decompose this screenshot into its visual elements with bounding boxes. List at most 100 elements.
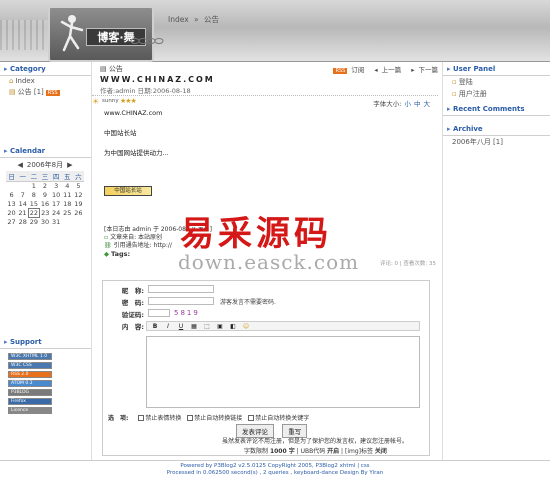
calendar-day[interactable]: 2 <box>39 182 50 191</box>
calendar-day[interactable]: 3 <box>51 182 62 191</box>
calendar-day[interactable]: 31 <box>51 218 62 227</box>
option-checkbox[interactable] <box>187 415 194 421</box>
dancer-figure-icon <box>60 15 84 52</box>
calendar-day[interactable]: 23 <box>39 209 50 218</box>
support-badge[interactable]: Licence <box>8 406 52 414</box>
font-size-control: 字体大小: 小中大 <box>373 98 430 108</box>
comment-textarea[interactable] <box>146 336 420 408</box>
italic-icon[interactable]: I <box>163 323 173 331</box>
support-badge[interactable]: RSS 2.0 <box>8 370 52 378</box>
calendar-day[interactable]: 7 <box>17 191 28 200</box>
sun-icon: ☀ <box>92 97 100 106</box>
calendar-day[interactable]: 20 <box>6 209 17 218</box>
chain-decoration-icon <box>130 38 164 44</box>
calendar-day[interactable]: 30 <box>39 218 50 227</box>
captcha-input[interactable] <box>148 309 170 317</box>
calendar-day[interactable]: 25 <box>62 209 73 218</box>
next-post-link[interactable]: ▸ 下一篇 <box>407 66 438 74</box>
rss-badge[interactable]: RSS <box>333 68 348 74</box>
calendar-day[interactable]: 9 <box>39 191 50 200</box>
calendar-header: ◀ 2006年8月 ▶ <box>6 160 84 170</box>
calendar-day[interactable]: 12 <box>73 191 84 200</box>
calendar-day[interactable]: 10 <box>51 191 62 200</box>
content-label: 内 容: <box>121 323 144 331</box>
archive-item[interactable]: 2006年八月 [1] <box>443 136 550 148</box>
chinaz-banner-image[interactable]: 中国站长站 <box>104 186 152 196</box>
calendar-next-button[interactable]: ▶ <box>67 161 72 169</box>
support-badge[interactable]: P3BLOG <box>8 388 52 396</box>
option-checkbox[interactable] <box>138 415 145 421</box>
rating-stars: ★★★ <box>120 97 137 105</box>
prev-post-label: 上一篇 <box>381 66 402 74</box>
support-badge[interactable]: W3C XHTML 1.0 <box>8 352 52 360</box>
calendar-day[interactable]: 17 <box>51 200 62 209</box>
trackback-text[interactable]: 引用通告地址: http:// <box>114 242 172 249</box>
calendar-day[interactable]: 21 <box>17 209 28 218</box>
calendar-week: 12345 <box>6 182 84 191</box>
subscribe-link[interactable]: 订阅 <box>351 66 364 74</box>
category-item-index[interactable]: ⌂ Index <box>0 76 91 86</box>
calendar-day[interactable]: 11 <box>62 191 73 200</box>
captcha-label: 验证码: <box>121 311 144 319</box>
site-logo[interactable]: 博客·舞 <box>48 6 154 62</box>
calendar-day[interactable]: 26 <box>73 209 84 218</box>
underline-icon[interactable]: U <box>176 323 186 331</box>
calendar-day[interactable]: 5 <box>73 182 84 191</box>
breadcrumb-index[interactable]: Index <box>168 15 189 24</box>
calendar-day[interactable]: 8 <box>28 191 39 200</box>
password-hint: 游客发言不需要密码. <box>220 299 276 306</box>
calendar-day[interactable]: 19 <box>73 200 84 209</box>
support-badge[interactable]: ATOM 0.3 <box>8 379 52 387</box>
calendar-day[interactable]: 4 <box>62 182 73 191</box>
login-link[interactable]: ▫ 登陆 <box>443 76 550 88</box>
calendar-day[interactable]: 22 <box>27 208 40 218</box>
calendar-week: 20 21 22 23 24 25 26 <box>6 208 84 218</box>
calendar-day[interactable]: 14 <box>17 200 28 209</box>
font-size-large[interactable]: 大 <box>424 100 431 108</box>
support-badge[interactable]: Firefox <box>8 397 52 405</box>
font-size-medium[interactable]: 中 <box>414 100 421 108</box>
support-badge[interactable]: W3C CSS <box>8 361 52 369</box>
calendar-day[interactable]: 13 <box>6 200 17 209</box>
prev-post-link[interactable]: ◂ 上一篇 <box>370 66 401 74</box>
calendar-prev-button[interactable]: ◀ <box>17 161 22 169</box>
smiley-icon[interactable]: ☺ <box>241 323 251 331</box>
bold-icon[interactable]: B <box>150 323 160 331</box>
nickname-input[interactable] <box>148 285 214 293</box>
category-label: 公告 [1] <box>17 88 44 96</box>
calendar-day[interactable]: 18 <box>62 200 73 209</box>
calendar-grid: 日 一 二 三 四 五 六 1 2 3 4 5 6 7 8 9 10 11 12 13 14 15 16 17 1… <box>6 171 84 227</box>
register-link[interactable]: ▫ 用户注册 <box>443 88 550 100</box>
calendar-day[interactable]: 24 <box>51 209 62 218</box>
calendar-day[interactable]: 16 <box>39 200 50 209</box>
calendar-day[interactable]: 29 <box>28 218 39 227</box>
image-icon[interactable]: ▦ <box>189 323 199 331</box>
register-notice: 虽然发表评论不用注册，但是为了保护您的发言权，建议您注册帐号。 <box>222 438 409 445</box>
option-label: 禁止自动转换关键字 <box>255 415 310 422</box>
recent-comments-title: Recent Comments <box>443 102 550 116</box>
quote-icon[interactable]: ◧ <box>228 323 238 331</box>
calendar-day[interactable]: 15 <box>28 200 39 209</box>
captcha-row: 验证码: 5819 <box>118 309 418 319</box>
password-row: 密 码: 游客发言不需要密码. <box>118 297 418 307</box>
post-stats: 评论: 0 | 查看次数: 35 <box>379 261 436 267</box>
option-checkbox[interactable] <box>248 415 255 421</box>
link-icon[interactable]: ⬚ <box>202 323 212 331</box>
calendar-day[interactable]: 28 <box>17 218 28 227</box>
post-paragraph: www.CHINAZ.com <box>104 109 163 117</box>
calendar-day[interactable]: 27 <box>6 218 17 227</box>
font-size-small[interactable]: 小 <box>405 100 412 108</box>
rss-badge[interactable]: RSS <box>45 90 60 96</box>
category-item-notice[interactable]: ▤ 公告 [1] RSS <box>0 86 91 98</box>
post-paragraph: 为中国网站提供动力... <box>104 149 169 157</box>
post-category[interactable]: ▤ 公告 <box>100 64 123 74</box>
email-icon[interactable]: ▣ <box>215 323 225 331</box>
password-input[interactable] <box>148 297 214 305</box>
calendar-week: 13 14 15 16 17 18 19 <box>6 200 84 209</box>
calendar-day <box>62 218 73 227</box>
calendar-day[interactable]: 6 <box>6 191 17 200</box>
limit-label: 字数限制 <box>244 448 269 455</box>
weekday: 一 <box>17 171 29 182</box>
calendar-day[interactable]: 1 <box>28 182 39 191</box>
archive-title: Archive <box>443 122 550 136</box>
